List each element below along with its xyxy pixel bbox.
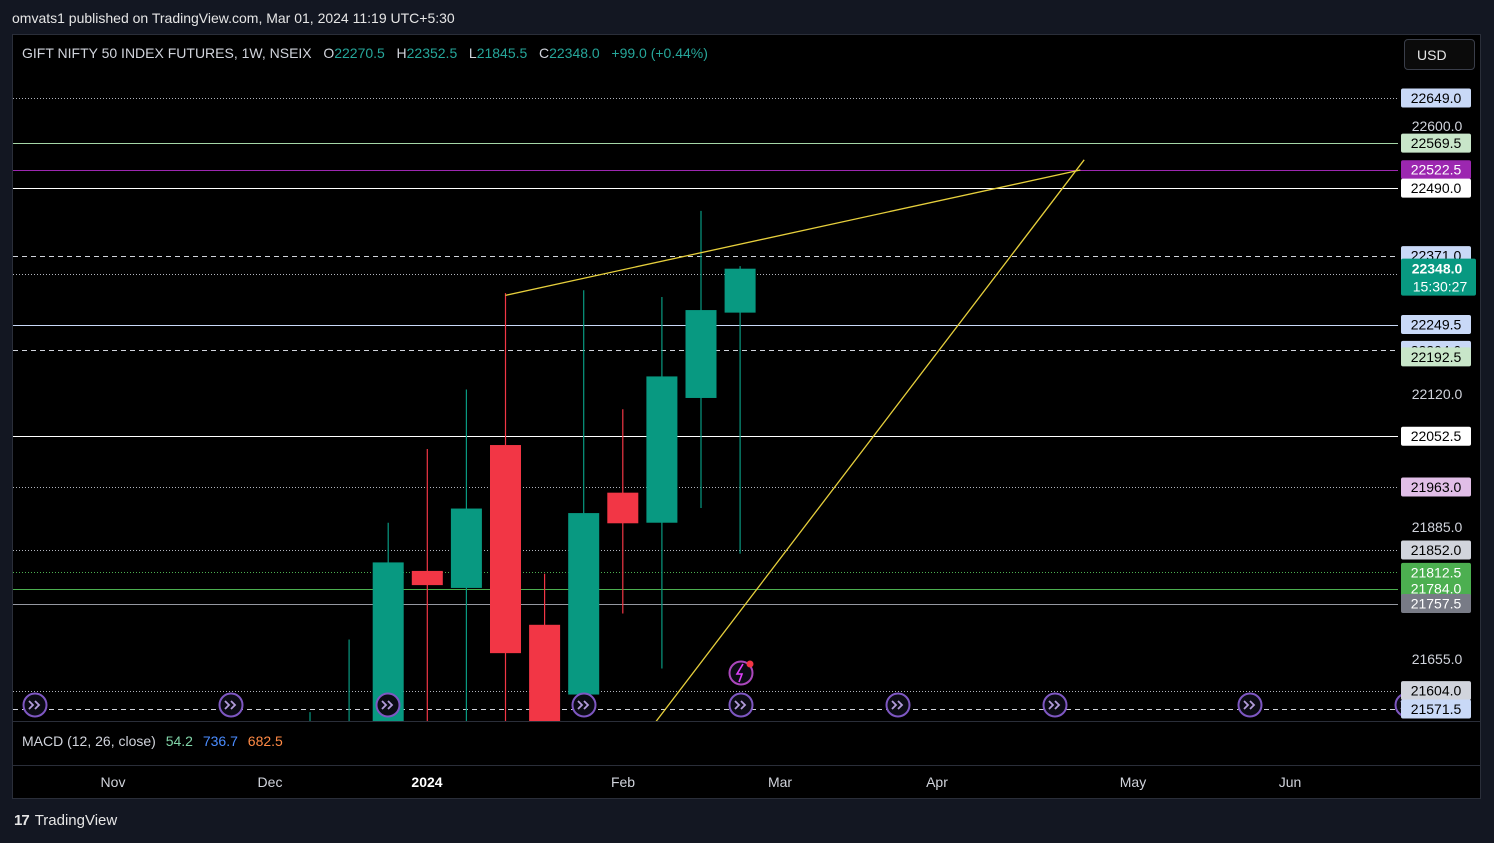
plot-area <box>13 98 1398 721</box>
event-marker-icon[interactable] <box>218 692 244 718</box>
time-axis-label: Mar <box>768 774 792 790</box>
time-axis-label: Nov <box>101 774 126 790</box>
event-marker-icon[interactable] <box>728 692 754 718</box>
candle-body <box>646 376 678 523</box>
histogram-value: 682.5 <box>247 733 283 749</box>
candle-body <box>450 508 482 588</box>
price-level-label: 21571.5 <box>1411 701 1462 717</box>
high-value: 22352.5 <box>406 45 458 61</box>
time-axis-label: May <box>1120 774 1146 790</box>
symbol-legend: GIFT NIFTY 50 INDEX FUTURES, 1W, NSEIX O… <box>22 45 708 61</box>
open-label: O <box>323 45 335 61</box>
price-level-label: 22249.5 <box>1411 317 1462 333</box>
price-level-label: 21852.0 <box>1411 542 1462 558</box>
tv-logo-icon: 17 <box>14 812 30 829</box>
candle-body <box>490 445 521 654</box>
event-marker-icon[interactable] <box>885 692 911 718</box>
price-axis-tick: 21885.0 <box>1412 519 1463 535</box>
time-axis-label: Jun <box>1279 774 1302 790</box>
candle-body <box>685 310 717 398</box>
event-marker-icon[interactable] <box>1237 692 1263 718</box>
price-level-label: 21963.0 <box>1411 479 1462 495</box>
tradingview-logo[interactable]: 17 TradingView <box>14 812 117 829</box>
time-axis-label: Feb <box>611 774 635 790</box>
event-marker-icon[interactable] <box>1042 692 1068 718</box>
price-level-label: 22192.5 <box>1411 349 1462 365</box>
price-chart[interactable]: Nov Dec 2024 Feb Mar Apr May Jun 22600.0 22120.0 2… <box>0 0 1494 843</box>
price-level-label: 22052.5 <box>1411 428 1462 444</box>
time-axis-label: 2024 <box>411 774 442 790</box>
candle-body <box>529 624 561 721</box>
price-level-label: 21812.5 <box>1411 564 1462 580</box>
candle-body <box>568 513 600 695</box>
close-value: 22348.0 <box>549 45 600 61</box>
macd-value: 54.2 <box>165 733 193 749</box>
price-level-label: 22490.0 <box>1411 180 1462 196</box>
candle-body <box>411 570 443 586</box>
price-axis-tick: 22600.0 <box>1412 118 1463 134</box>
macd-legend: MACD (12, 26, close) 54.2 736.7 682.5 <box>22 733 283 749</box>
price-level-label: 22569.5 <box>1411 135 1462 151</box>
price-level-label: 22522.5 <box>1411 162 1462 178</box>
low-value: 21845.5 <box>476 45 528 61</box>
open-value: 22270.5 <box>334 45 385 61</box>
price-level-label: 21604.0 <box>1411 683 1462 699</box>
price-level-label: 22649.0 <box>1411 90 1462 106</box>
time-axis-label: Apr <box>926 774 948 790</box>
current-price-label: 22348.0 <box>1412 261 1463 277</box>
low-label: L <box>468 45 477 61</box>
currency-button[interactable]: USD <box>1404 39 1475 70</box>
price-axis-tick: 22120.0 <box>1412 386 1463 402</box>
event-marker-icon[interactable] <box>571 692 597 718</box>
macd-title[interactable]: MACD (12, 26, close) <box>22 733 156 749</box>
high-label: H <box>396 45 407 61</box>
time-axis-label: Dec <box>258 774 283 790</box>
candle-body <box>724 268 756 313</box>
price-axis-tick: 21655.0 <box>1412 651 1463 667</box>
close-label: C <box>538 45 550 61</box>
symbol-name[interactable]: GIFT NIFTY 50 INDEX FUTURES, 1W, NSEIX <box>22 45 312 61</box>
trend-line <box>655 159 1085 721</box>
change-value: +99.0 (+0.44%) <box>611 45 708 61</box>
candle-body <box>607 492 639 524</box>
notification-dot <box>746 660 754 668</box>
event-marker-icon[interactable] <box>22 692 48 718</box>
event-marker-icon[interactable] <box>375 692 401 718</box>
brand-name: TradingView <box>34 812 118 829</box>
price-level-label: 21757.5 <box>1411 596 1462 612</box>
signal-value: 736.7 <box>202 733 238 749</box>
bar-countdown: 15:30:27 <box>1413 279 1468 295</box>
